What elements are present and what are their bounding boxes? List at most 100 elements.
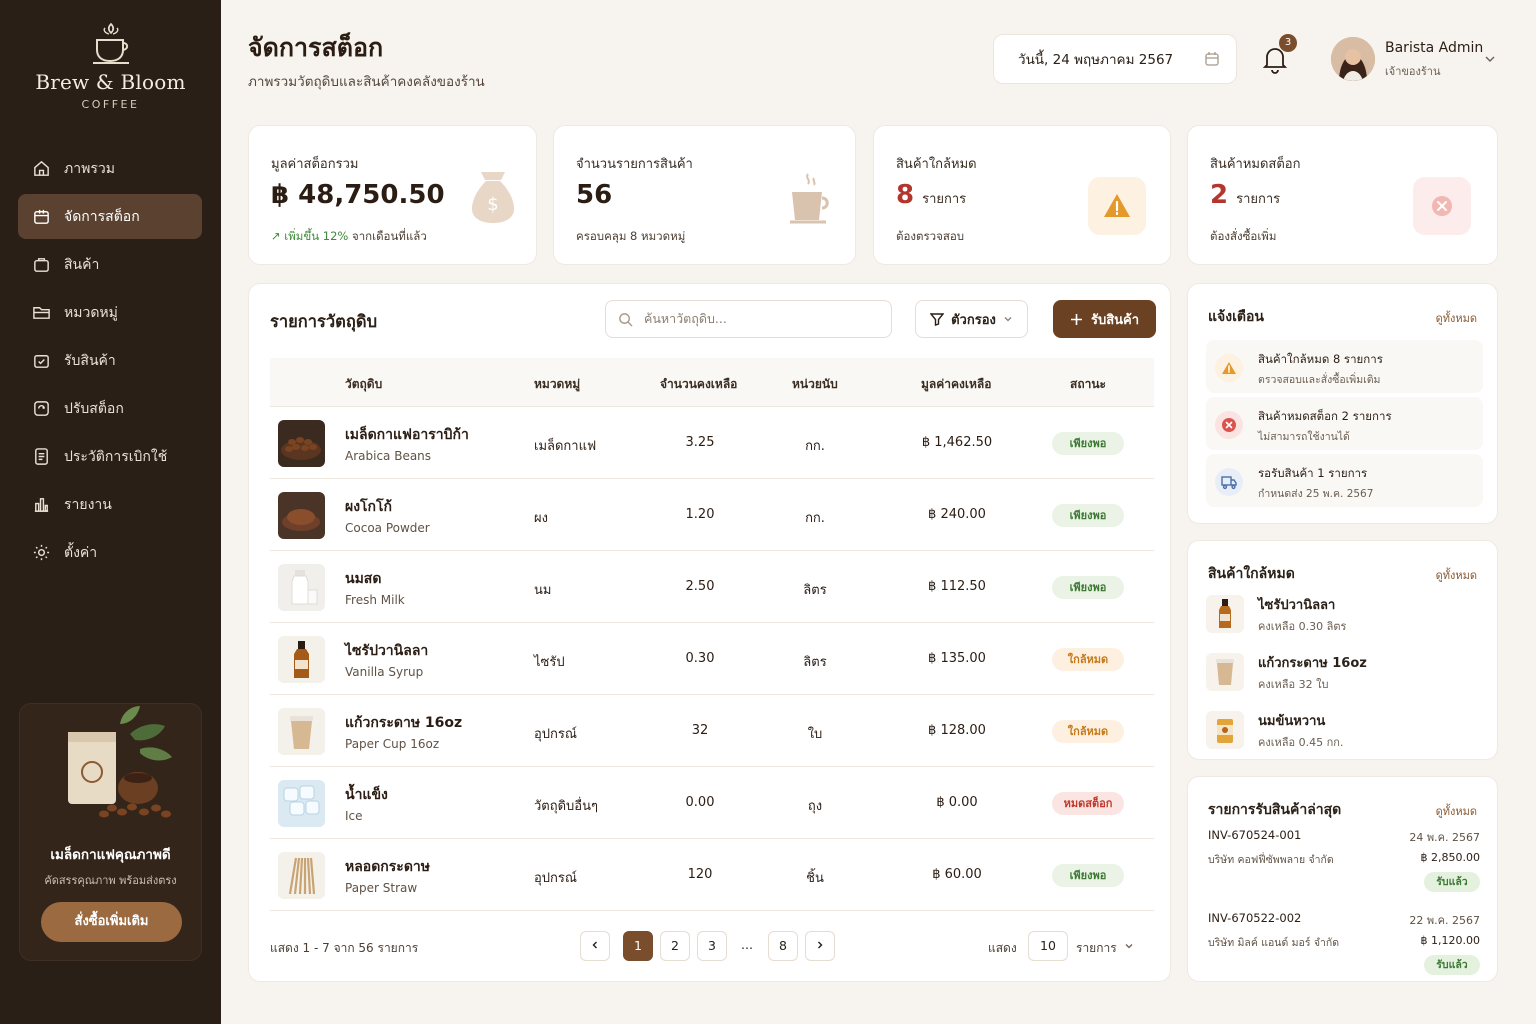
page-title: จัดการสต็อก [248, 33, 384, 62]
item-quantity: 0.30 [685, 651, 715, 666]
search-input[interactable]: ค้นหาวัตถุดิบ... [605, 300, 892, 338]
receipt-date: 22 พ.ค. 2567 [1409, 914, 1480, 927]
receipt-item[interactable]: INV-670522-002 22 พ.ค. 2567 บริษัท มิลค์… [1208, 911, 1480, 986]
plus-icon [1070, 313, 1082, 325]
item-value: ฿ 240.00 [928, 507, 986, 522]
nav-item-settings[interactable]: ตั้งค่า [18, 530, 202, 575]
nav-label: ภาพรวม [64, 160, 115, 177]
receipt-item[interactable]: INV-670524-001 24 พ.ค. 2567 บริษัท คอฟฟี… [1208, 828, 1480, 903]
nav-item-history[interactable]: ประวัติการเบิกใช้ [18, 434, 202, 479]
error-icon [1215, 411, 1243, 439]
page-button[interactable]: 1 [623, 931, 653, 961]
page-button[interactable]: 2 [660, 931, 690, 961]
per-page-select[interactable]: 10 [1028, 931, 1068, 961]
low-item-name: ไซรัปวานิลลา [1258, 598, 1336, 613]
table-row[interactable]: น้ำแข็ง Ice วัตถุดิบอื่นๆ 0.00 ถุง ฿ 0.00 หมดส… [270, 767, 1154, 839]
item-quantity: 32 [691, 723, 709, 738]
item-category: เมล็ดกาแฟ [534, 439, 597, 454]
nav-item-adjust[interactable]: ปรับสต็อก [18, 386, 202, 431]
stat-card-item-count: จำนวนรายการสินค้า 56 ครอบคลุม 8 หมวดหมู่ [553, 125, 856, 265]
adjust-icon [34, 401, 49, 416]
low-stock-view-all-link[interactable]: ดูทั้งหมด [1436, 566, 1477, 584]
col-material[interactable]: วัตถุดิบ [345, 375, 382, 394]
warning-icon [1215, 354, 1243, 382]
chevron-down-icon[interactable] [1124, 941, 1134, 951]
page-button[interactable]: 8 [768, 931, 798, 961]
table-row[interactable]: แก้วกระดาษ 16oz Paper Cup 16oz อุปกรณ์ 32 ใบ… [270, 695, 1154, 767]
stat-unit: รายการ [1236, 192, 1281, 207]
chevron-right-icon [818, 941, 823, 949]
status-badge: รับแล้ว [1424, 955, 1480, 975]
alert-item-low-stock[interactable]: สินค้าใกล้หมด 8 รายการ ตรวจสอบและสั่งซื้… [1206, 340, 1483, 393]
table-row[interactable]: หลอดกระดาษ Paper Straw อุปกรณ์ 120 ชิ้น ฿ 60.… [270, 839, 1154, 911]
promo-title: เมล็ดกาแฟคุณภาพดี [50, 847, 171, 863]
page-button[interactable]: 3 [697, 931, 727, 961]
item-value: ฿ 112.50 [928, 579, 986, 594]
stat-note: ต้องตรวจสอบ [896, 229, 965, 243]
col-quantity[interactable]: จำนวนคงเหลือ [660, 375, 737, 394]
prev-page-button[interactable] [580, 931, 610, 961]
item-name-th: แก้วกระดาษ 16oz [345, 715, 463, 731]
promo-card: เมล็ดกาแฟคุณภาพดี คัดสรรคุณภาพ พร้อมส่งต… [19, 703, 202, 961]
alert-sub: ตรวจสอบและสั่งซื้อเพิ่มเติม [1258, 374, 1381, 386]
nav-label: ปรับสต็อก [64, 400, 124, 417]
stat-unit: รายการ [922, 192, 967, 207]
receive-goods-button[interactable]: รับสินค้า [1053, 300, 1156, 338]
table-row[interactable]: เมล็ดกาแฟอาราบิก้า Arabica Beans เมล็ดกาแฟ… [270, 407, 1154, 479]
box-icon [34, 209, 49, 224]
filter-button[interactable]: ตัวกรอง [915, 300, 1028, 338]
nav-item-products[interactable]: สินค้า [18, 242, 202, 287]
item-unit: กก. [805, 439, 825, 454]
table-row[interactable]: ไซรัปวานิลลา Vanilla Syrup ไซรัป 0.30 ลิตร ฿ … [270, 623, 1154, 695]
nav-label: ตั้งค่า [64, 544, 98, 561]
item-name-en: Arabica Beans [345, 449, 432, 463]
receive-icon [34, 355, 49, 368]
nav-label: จัดการสต็อก [64, 208, 140, 225]
recent-receipts-card: รายการรับสินค้าล่าสุด ดูทั้งหมด INV-6705… [1187, 776, 1498, 982]
table-title: รายการวัตถุดิบ [270, 312, 378, 331]
stat-note: ครอบคลุม 8 หมวดหมู่ [576, 229, 686, 243]
receipts-view-all-link[interactable]: ดูทั้งหมด [1436, 802, 1477, 820]
chevron-down-icon[interactable] [1484, 53, 1496, 65]
coffee-cup-icon [790, 173, 829, 224]
nav-item-stock[interactable]: จัดการสต็อก [18, 194, 202, 239]
col-value[interactable]: มูลค่าคงเหลือ [921, 375, 992, 394]
stat-label: สินค้าหมดสต็อก [1210, 157, 1301, 172]
col-category[interactable]: หมวดหมู่ [534, 375, 580, 394]
nav-item-reports[interactable]: รายงาน [18, 482, 202, 527]
alert-item-pending-delivery[interactable]: รอรับสินค้า 1 รายการ กำหนดส่ง 25 พ.ค. 25… [1206, 454, 1483, 507]
nav-item-receive[interactable]: รับสินค้า [18, 338, 202, 383]
low-stock-item[interactable]: แก้วกระดาษ 16oz คงเหลือ 32 ใบ [1206, 649, 1483, 699]
col-status[interactable]: สถานะ [1070, 375, 1106, 394]
alert-item-out-of-stock[interactable]: สินค้าหมดสต็อก 2 รายการ ไม่สามารถใช้งานไ… [1206, 397, 1483, 450]
col-unit[interactable]: หน่วยนับ [792, 375, 838, 394]
logo[interactable]: Brew & Bloom COFFEE [0, 20, 221, 111]
item-category: ผง [534, 511, 548, 526]
truck-icon [1215, 468, 1243, 496]
nav-item-overview[interactable]: ภาพรวม [18, 146, 202, 191]
avatar[interactable] [1331, 37, 1375, 81]
receipt-id: INV-670524-001 [1208, 828, 1302, 842]
receipt-date: 24 พ.ค. 2567 [1409, 831, 1480, 844]
receipt-company: บริษัท คอฟฟี่ซัพพลาย จำกัด [1208, 854, 1334, 866]
table-row[interactable]: นมสด Fresh Milk นม 2.50 ลิตร ฿ 112.50 เพียงพอ [270, 551, 1154, 623]
order-more-button[interactable]: สั่งซื้อเพิ่มเติม [41, 902, 182, 942]
home-icon [34, 160, 49, 176]
product-thumbnail [278, 852, 325, 899]
table-row[interactable]: ผงโกโก้ Cocoa Powder ผง 1.20 กก. ฿ 240.00 เพีย… [270, 479, 1154, 551]
low-stock-item[interactable]: นมข้นหวาน คงเหลือ 0.45 กก. [1206, 707, 1483, 757]
date-picker[interactable]: วันนี้, 24 พฤษภาคม 2567 [993, 34, 1237, 84]
item-value: ฿ 135.00 [928, 651, 986, 666]
item-name-en: Vanilla Syrup [345, 665, 424, 679]
nav-item-categories[interactable]: หมวดหมู่ [18, 290, 202, 335]
promo-subtitle: คัดสรรคุณภาพ พร้อมส่งตรง [44, 874, 177, 887]
chart-icon [34, 498, 49, 512]
nav-label: ประวัติการเบิกใช้ [64, 448, 168, 465]
stat-label: มูลค่าสต็อกรวม [271, 157, 359, 172]
history-icon [35, 448, 48, 465]
item-quantity: 1.20 [685, 507, 715, 522]
next-page-button[interactable] [805, 931, 835, 961]
low-stock-item[interactable]: ไซรัปวานิลลา คงเหลือ 0.30 ลิตร [1206, 591, 1483, 641]
alerts-view-all-link[interactable]: ดูทั้งหมด [1436, 309, 1477, 327]
low-stock-card: สินค้าใกล้หมด ดูทั้งหมด ไซรัปวานิลลา คงเ… [1187, 540, 1498, 760]
